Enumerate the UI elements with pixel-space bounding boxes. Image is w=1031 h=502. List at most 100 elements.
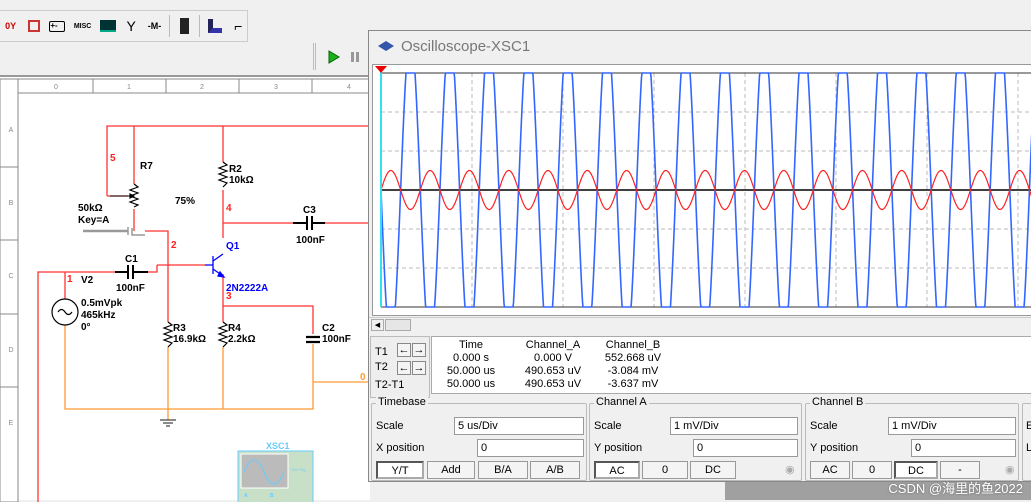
column-label: 1: [127, 84, 131, 91]
r7-label: R7: [140, 161, 153, 172]
c3-value: 100nF: [296, 235, 325, 246]
scroll-left-button[interactable]: ◀: [371, 319, 384, 331]
edge-label: E: [1026, 420, 1031, 432]
add-button[interactable]: Add: [427, 461, 475, 479]
ic-icon[interactable]: [25, 17, 42, 35]
node-label: 0: [360, 372, 366, 383]
oscilloscope-symbol[interactable]: XSC1 Ext Trig A B: [237, 441, 314, 502]
ext-trig-label: Ext Trig: [292, 467, 306, 472]
readout-values: Time 0.000 s 50.000 us 50.000 us Channel_A 0…: [431, 336, 1031, 394]
display-icon[interactable]: [99, 17, 116, 35]
row-label: C: [8, 273, 13, 280]
c3-capacitor: [293, 216, 325, 230]
schematic-sheet[interactable]: 0 1 2 3 4 A B C D E 5 R7 50kΩ Key=A 75% …: [0, 75, 370, 502]
column-label: 0: [54, 84, 58, 91]
c2-capacitor: [306, 335, 320, 344]
t1-label: T1: [375, 346, 388, 358]
motor-icon[interactable]: -M-: [146, 17, 163, 35]
misc-icon[interactable]: MISC: [72, 17, 93, 35]
channel-b-minus-button[interactable]: -: [940, 461, 980, 479]
t1-left-button[interactable]: ←: [397, 343, 411, 357]
channel-b-scale-field[interactable]: 1 mV/Div: [888, 417, 1016, 435]
channel-a-column: Channel_A 0.000 V 490.653 uV 490.653 uV: [524, 339, 582, 390]
column-label: 4: [347, 84, 351, 91]
t2-t1-label: T2-T1: [375, 379, 405, 391]
antenna-icon[interactable]: Y: [122, 17, 139, 35]
cursor-t1-handle[interactable]: [375, 66, 387, 73]
radio-icon[interactable]: ◉: [785, 463, 795, 476]
a-over-b-button[interactable]: A/B: [530, 461, 580, 479]
channel-a-y-position-field[interactable]: 0: [693, 439, 798, 457]
yt-button[interactable]: Y/T: [376, 461, 424, 479]
y-position-label: Y position: [810, 442, 859, 454]
group-label: Timebase: [376, 396, 428, 408]
r4-value: 2.2kΩ: [228, 334, 255, 345]
window-title: Oscilloscope-XSC1: [401, 37, 531, 55]
channel-b-column: Channel_B 552.668 uV -3.084 mV -3.637 mV: [604, 339, 662, 390]
cursor-readout: T1 ← → T2 ← → T2-T1 Time 0.000 s 50.000 us…: [369, 336, 1031, 398]
y-position-label: Y position: [594, 442, 643, 454]
pin-b-label: B: [270, 493, 274, 499]
title-bar[interactable]: Oscilloscope-XSC1: [369, 31, 1031, 61]
timebase-scale-field[interactable]: 5 us/Div: [454, 417, 584, 435]
c1-value: 100nF: [116, 283, 145, 294]
channel-a-zero-button[interactable]: 0: [642, 461, 688, 479]
r4-label: R4: [228, 323, 241, 334]
row-label: E: [9, 420, 14, 427]
column-ruler: 0 1 2 3 4 A B C D E: [0, 78, 370, 502]
scope-screen[interactable]: [372, 64, 1031, 316]
node-label: 5: [110, 153, 116, 164]
r7-value: 50kΩ: [78, 203, 103, 214]
pause-icon[interactable]: [350, 51, 360, 63]
channel-b-zero-button[interactable]: 0: [852, 461, 892, 479]
node-label: 1: [67, 274, 73, 285]
r3-value: 16.9kΩ: [173, 334, 206, 345]
c3-label: C3: [303, 205, 316, 216]
battery-icon[interactable]: +-: [49, 17, 66, 35]
column-label: 3: [274, 84, 278, 91]
q1-transistor: [205, 253, 226, 278]
column-label: 2: [200, 84, 204, 91]
simulation-toolbar: [313, 43, 373, 70]
row-label: B: [9, 200, 14, 207]
channel-b-y-position-field[interactable]: 0: [911, 439, 1016, 457]
r2-label: R2: [229, 164, 242, 175]
t2-right-button[interactable]: →: [412, 361, 426, 375]
pulse-icon[interactable]: ⌐: [230, 17, 247, 35]
radio-icon[interactable]: ◉: [1005, 463, 1015, 476]
r2-resistor: [217, 161, 229, 188]
channel-b-dc-button[interactable]: DC: [894, 461, 938, 479]
voltmeter-icon[interactable]: 0Y: [2, 17, 19, 35]
watermark: CSDN @海里的鱼2022: [888, 481, 1023, 496]
horizontal-scrollbar[interactable]: ◀: [369, 317, 1031, 332]
r2-value: 10kΩ: [229, 175, 254, 186]
cursor-controls: T1 ← → T2 ← → T2-T1: [370, 336, 430, 398]
c2-label: C2: [322, 323, 335, 334]
v2-label: V2: [81, 275, 94, 286]
channel-a-dc-button[interactable]: DC: [690, 461, 736, 479]
chip-icon[interactable]: [176, 17, 193, 35]
channel-a-group: Channel A Scale 1 mV/Div Y position 0 AC…: [589, 396, 802, 481]
c1-label: C1: [125, 254, 138, 265]
oscilloscope-window: Oscilloscope-XSC1 ◀ T1 ← → T2 ← → T2-T1 …: [368, 30, 1031, 482]
time-column: Time 0.000 s 50.000 us 50.000 us: [446, 339, 496, 390]
channel-a-scale-field[interactable]: 1 mV/Div: [670, 417, 798, 435]
t2-left-button[interactable]: ←: [397, 361, 411, 375]
channel-b-ac-button[interactable]: AC: [810, 461, 850, 479]
x-position-field[interactable]: 0: [477, 439, 584, 457]
toolbar-divider: [199, 15, 201, 37]
hierarchy-icon[interactable]: [206, 17, 223, 35]
play-icon[interactable]: [328, 49, 340, 64]
scale-label: Scale: [810, 420, 838, 432]
pin-a-label: A: [244, 493, 248, 499]
v2-phase: 0°: [81, 322, 91, 333]
r4-resistor: [217, 321, 229, 348]
timebase-group: Timebase Scale 5 us/Div X position 0 Y/T…: [371, 396, 587, 481]
t1-right-button[interactable]: →: [412, 343, 426, 357]
components-toolbar: 0Y +- MISC Y -M- ⌐: [0, 10, 248, 42]
r3-resistor: [162, 321, 174, 348]
b-over-a-button[interactable]: B/A: [478, 461, 528, 479]
q1-model: 2N2222A: [226, 283, 268, 294]
channel-a-ac-button[interactable]: AC: [594, 461, 640, 479]
scroll-thumb[interactable]: [385, 319, 411, 331]
